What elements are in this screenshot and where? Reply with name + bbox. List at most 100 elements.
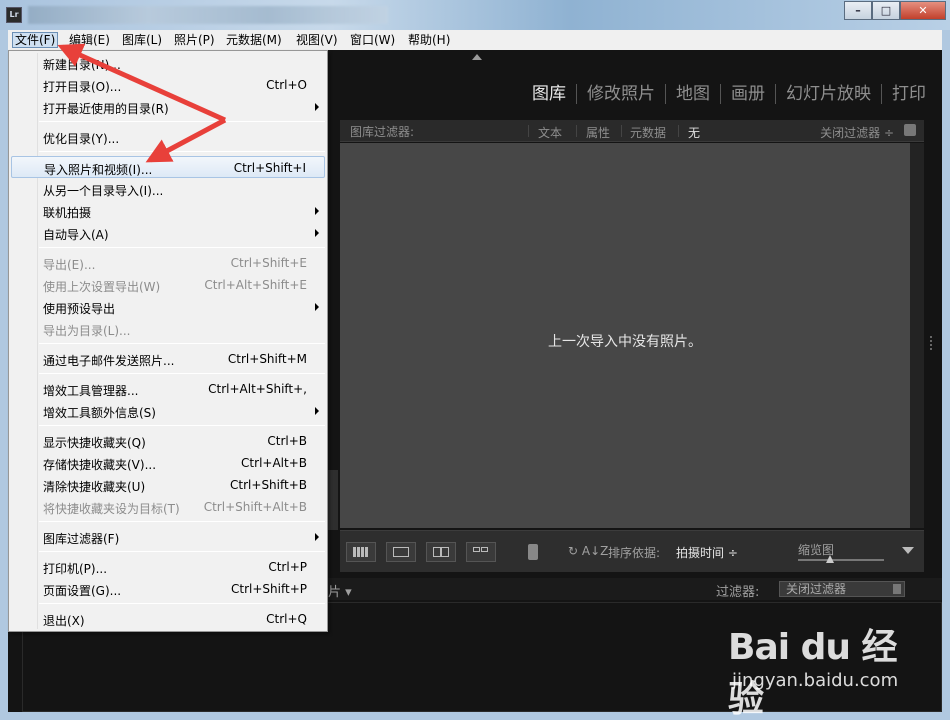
painter-spray-icon[interactable] bbox=[524, 542, 542, 562]
thumbnail-size-slider[interactable] bbox=[798, 555, 884, 563]
collapse-top-panel-icon[interactable] bbox=[472, 54, 482, 60]
menu-window[interactable]: 窗口(W) bbox=[348, 32, 397, 48]
menu-item-label: 增效工具管理器... bbox=[43, 384, 139, 398]
menu-item-label: 通过电子邮件发送照片... bbox=[43, 354, 175, 368]
menu-photo[interactable]: 照片(P) bbox=[172, 32, 217, 48]
filmstrip-filter-select[interactable]: 关闭过滤器 bbox=[779, 581, 905, 597]
sort-select[interactable]: 拍摄时间 ÷ bbox=[676, 544, 738, 561]
file-menu-item-7[interactable]: 从另一个目录导入(I)... bbox=[11, 178, 325, 200]
title-bar: Lr – □ ✕ bbox=[0, 0, 950, 30]
filmstrip-source[interactable]: 片 ▾ bbox=[328, 581, 352, 600]
select-chevron-icon bbox=[893, 584, 901, 594]
close-button[interactable]: ✕ bbox=[900, 1, 946, 20]
file-menu-item-19[interactable]: 增效工具额外信息(S) bbox=[11, 400, 325, 422]
file-menu-item-14: 导出为目录(L)... bbox=[11, 318, 325, 340]
grid-view-icon[interactable] bbox=[346, 542, 376, 562]
minimize-button[interactable]: – bbox=[844, 1, 872, 20]
menu-item-label: 导出(E)... bbox=[43, 258, 96, 272]
menu-item-shortcut: Ctrl+B bbox=[267, 434, 307, 448]
sort-label: 排序依据: bbox=[608, 546, 661, 560]
filter-attribute[interactable]: 属性 bbox=[586, 124, 610, 141]
menu-item-label: 将快捷收藏夹设为目标(T) bbox=[43, 502, 180, 516]
module-slideshow[interactable]: 幻灯片放映 bbox=[775, 84, 881, 104]
menu-help[interactable]: 帮助(H) bbox=[406, 32, 452, 48]
menu-file[interactable]: 文件(F) bbox=[12, 32, 59, 48]
menu-item-shortcut: Ctrl+Shift+Alt+B bbox=[203, 500, 307, 514]
submenu-arrow-icon bbox=[315, 103, 319, 111]
menu-metadata[interactable]: 元数据(M) bbox=[224, 32, 284, 48]
file-menu-item-23[interactable]: 清除快捷收藏夹(U) Ctrl+Shift+B bbox=[11, 474, 325, 496]
file-menu-dropdown: 新建目录(N)... 打开目录(O)... Ctrl+O 打开最近使用的目录(R) 优化… bbox=[8, 50, 328, 632]
loupe-view-icon[interactable] bbox=[386, 542, 416, 562]
menu-separator bbox=[39, 521, 325, 522]
menu-item-shortcut: Ctrl+Shift+I bbox=[233, 161, 306, 175]
menu-item-shortcut: Ctrl+Alt+B bbox=[241, 456, 307, 470]
module-develop[interactable]: 修改照片 bbox=[576, 84, 665, 104]
compare-view-icon[interactable] bbox=[426, 542, 456, 562]
module-book[interactable]: 画册 bbox=[720, 84, 775, 104]
watermark-url: jingyan.baidu.com bbox=[732, 670, 899, 691]
menu-item-label: 图库过滤器(F) bbox=[43, 532, 120, 546]
menu-item-label: 显示快捷收藏夹(Q) bbox=[43, 436, 146, 450]
grid-scrollbar[interactable] bbox=[910, 143, 924, 528]
filmstrip-filter-label: 过滤器: bbox=[716, 585, 760, 600]
module-print[interactable]: 打印 bbox=[881, 84, 936, 104]
file-menu-item-18[interactable]: 增效工具管理器... Ctrl+Alt+Shift+, bbox=[11, 378, 325, 400]
file-menu-item-29[interactable]: 页面设置(G)... Ctrl+Shift+P bbox=[11, 578, 325, 600]
file-menu-item-4[interactable]: 优化目录(Y)... bbox=[11, 126, 325, 148]
menu-edit[interactable]: 编辑(E) bbox=[67, 32, 112, 48]
file-menu-item-22[interactable]: 存储快捷收藏夹(V)... Ctrl+Alt+B bbox=[11, 452, 325, 474]
file-menu-item-16[interactable]: 通过电子邮件发送照片... Ctrl+Shift+M bbox=[11, 348, 325, 370]
menu-separator bbox=[39, 603, 325, 604]
menu-item-label: 新建目录(N)... bbox=[43, 58, 121, 72]
window-title-blurred bbox=[28, 6, 388, 24]
file-menu-item-0[interactable]: 新建目录(N)... bbox=[11, 52, 325, 74]
file-menu-item-13[interactable]: 使用预设导出 bbox=[11, 296, 325, 318]
menu-item-label: 打开最近使用的目录(R) bbox=[43, 102, 169, 116]
menu-separator bbox=[39, 551, 325, 552]
file-menu-item-8[interactable]: 联机拍摄 bbox=[11, 200, 325, 222]
slider-knob[interactable] bbox=[826, 555, 834, 563]
filter-preset-select[interactable]: 关闭过滤器 ÷ bbox=[820, 124, 894, 141]
menu-library[interactable]: 图库(L) bbox=[120, 32, 164, 48]
photo-grid: 上一次导入中没有照片。 bbox=[340, 143, 910, 528]
right-panel-grip[interactable] bbox=[930, 336, 936, 350]
watermark-logo: Bai du 经验 bbox=[728, 627, 898, 720]
menu-view[interactable]: 视图(V) bbox=[294, 32, 340, 48]
toolbar-menu-chevron-down-icon[interactable] bbox=[902, 547, 914, 554]
submenu-arrow-icon bbox=[315, 407, 319, 415]
file-menu-item-11: 导出(E)... Ctrl+Shift+E bbox=[11, 252, 325, 274]
maximize-button[interactable]: □ bbox=[872, 1, 900, 20]
module-map[interactable]: 地图 bbox=[665, 84, 720, 104]
menu-item-label: 自动导入(A) bbox=[43, 228, 109, 242]
submenu-arrow-icon bbox=[315, 207, 319, 215]
survey-view-icon[interactable] bbox=[466, 542, 496, 562]
menu-item-label: 优化目录(Y)... bbox=[43, 132, 120, 146]
file-menu-item-1[interactable]: 打开目录(O)... Ctrl+O bbox=[11, 74, 325, 96]
filter-metadata[interactable]: 元数据 bbox=[630, 124, 666, 141]
menu-separator bbox=[39, 247, 325, 248]
file-menu-item-31[interactable]: 退出(X) Ctrl+Q bbox=[11, 608, 325, 630]
sort-direction-icon[interactable]: ↻ A↓Z bbox=[568, 544, 608, 558]
file-menu-item-26[interactable]: 图库过滤器(F) bbox=[11, 526, 325, 548]
menu-item-shortcut: Ctrl+Shift+B bbox=[230, 478, 307, 492]
module-library[interactable]: 图库 bbox=[522, 84, 576, 104]
filter-text[interactable]: 文本 bbox=[538, 124, 562, 141]
menu-item-label: 退出(X) bbox=[43, 614, 85, 628]
menu-item-label: 使用上次设置导出(W) bbox=[43, 280, 161, 294]
lock-icon[interactable] bbox=[904, 124, 916, 136]
menu-item-shortcut: Ctrl+Alt+Shift+, bbox=[208, 382, 307, 396]
file-menu-item-6[interactable]: 导入照片和视频(I)... Ctrl+Shift+I bbox=[11, 156, 325, 178]
submenu-arrow-icon bbox=[315, 533, 319, 541]
file-menu-item-28[interactable]: 打印机(P)... Ctrl+P bbox=[11, 556, 325, 578]
menu-item-label: 从另一个目录导入(I)... bbox=[43, 184, 164, 198]
file-menu-item-9[interactable]: 自动导入(A) bbox=[11, 222, 325, 244]
file-menu-item-21[interactable]: 显示快捷收藏夹(Q) Ctrl+B bbox=[11, 430, 325, 452]
menu-item-label: 页面设置(G)... bbox=[43, 584, 122, 598]
file-menu-item-2[interactable]: 打开最近使用的目录(R) bbox=[11, 96, 325, 118]
file-menu-item-24: 将快捷收藏夹设为目标(T) Ctrl+Shift+Alt+B bbox=[11, 496, 325, 518]
menu-item-label: 增效工具额外信息(S) bbox=[43, 406, 156, 420]
filter-bar-title: 图库过滤器: bbox=[350, 125, 415, 139]
filter-none[interactable]: 无 bbox=[688, 124, 700, 141]
menu-separator bbox=[39, 425, 325, 426]
